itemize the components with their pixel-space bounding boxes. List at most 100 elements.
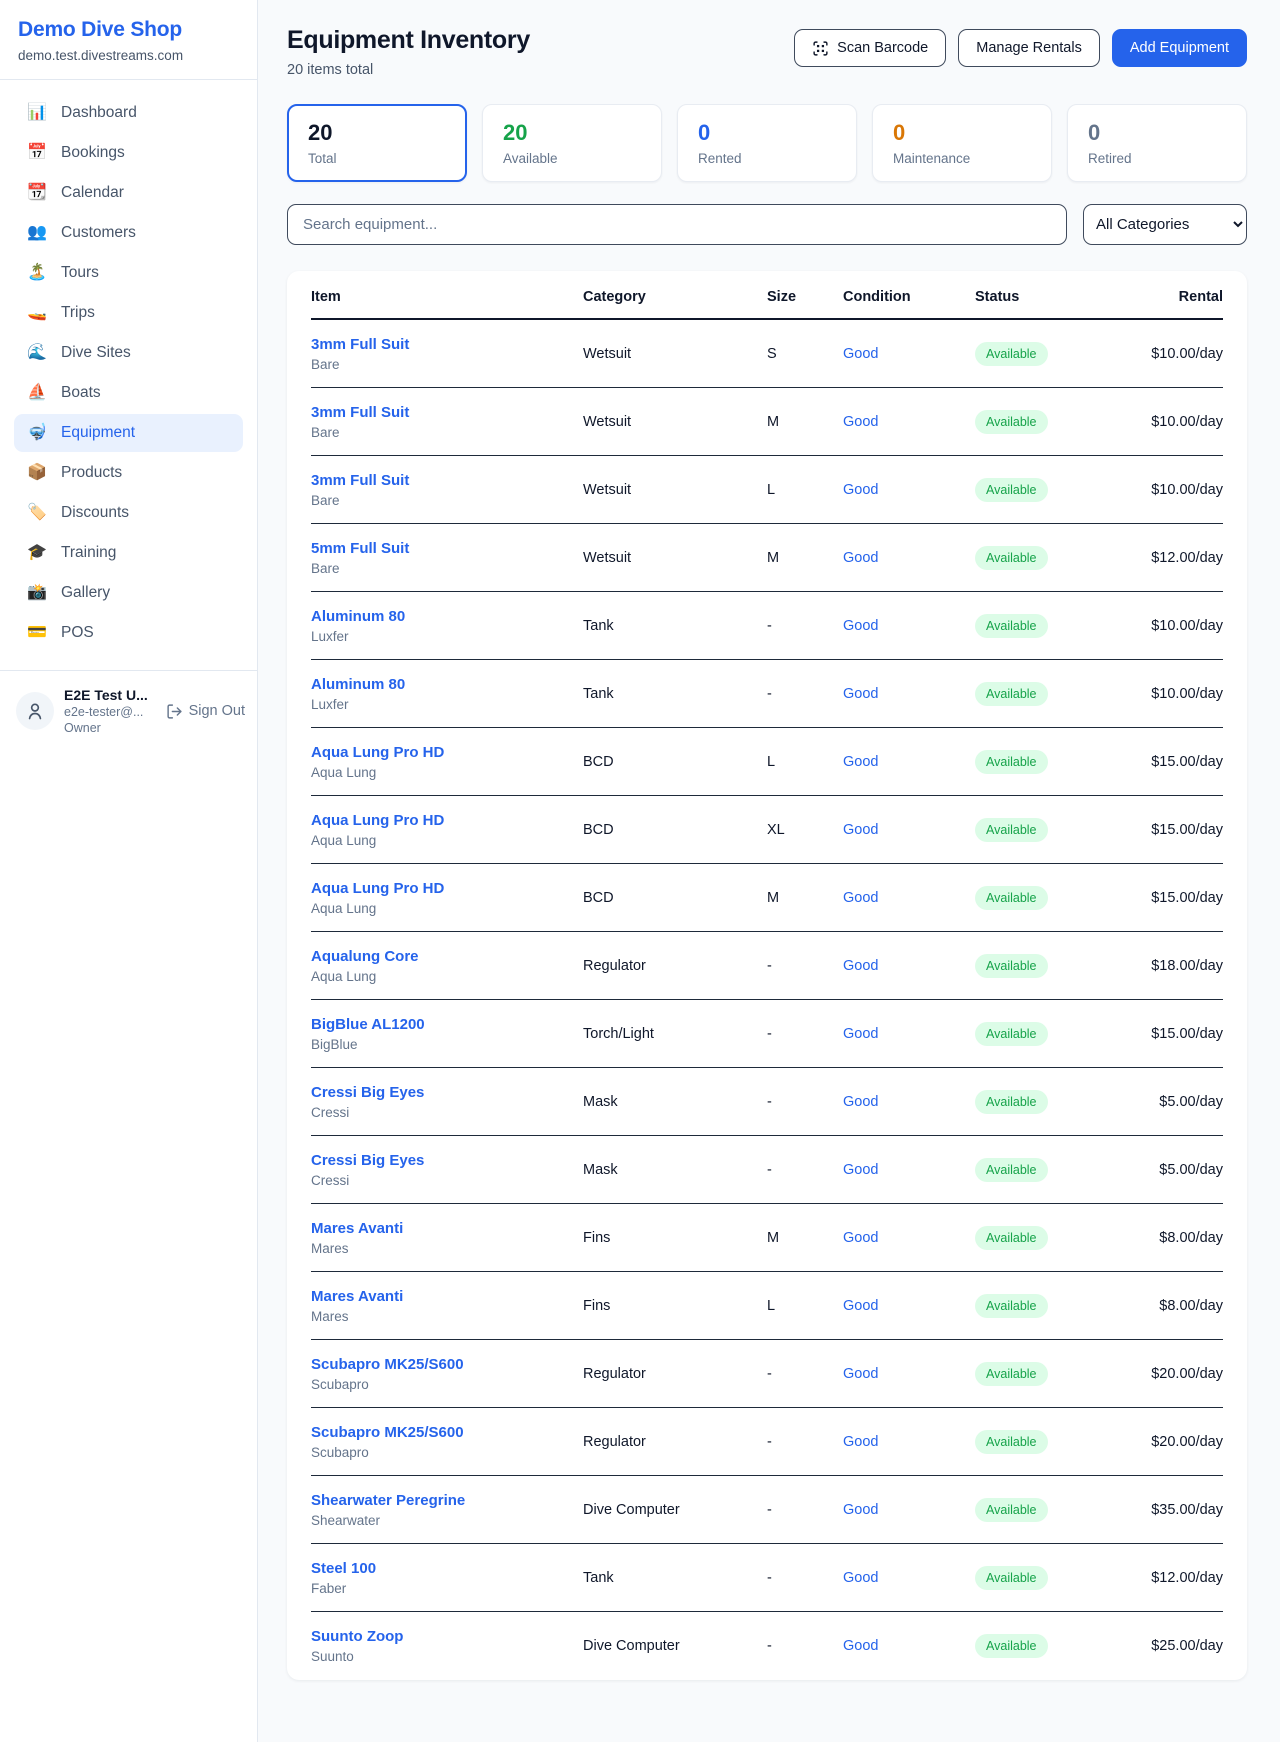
add-equipment-button[interactable]: Add Equipment <box>1112 29 1247 67</box>
sidebar-item-training[interactable]: 🎓Training <box>14 534 243 572</box>
item-name-link[interactable]: Cressi Big Eyes <box>311 1152 583 1169</box>
stat-card-maintenance[interactable]: 0Maintenance <box>872 104 1052 182</box>
item-name-link[interactable]: Cressi Big Eyes <box>311 1084 583 1101</box>
status-badge: Available <box>975 954 1048 978</box>
barcode-scan-icon <box>812 40 829 57</box>
item-name-link[interactable]: 3mm Full Suit <box>311 472 583 489</box>
condition-link[interactable]: Good <box>843 1366 878 1382</box>
condition-link[interactable]: Good <box>843 1230 878 1246</box>
size-cell: - <box>767 686 843 702</box>
brand-title[interactable]: Demo Dive Shop <box>18 18 239 42</box>
sidebar-item-calendar[interactable]: 📆Calendar <box>14 174 243 212</box>
sidebar-item-label: Bookings <box>61 144 125 162</box>
sidebar-item-dashboard[interactable]: 📊Dashboard <box>14 94 243 132</box>
condition-link[interactable]: Good <box>843 754 878 770</box>
table-row: Aqualung CoreAqua LungRegulator-GoodAvai… <box>311 932 1223 1000</box>
item-name-link[interactable]: Aqualung Core <box>311 948 583 965</box>
sidebar-item-dive-sites[interactable]: 🌊Dive Sites <box>14 334 243 372</box>
stat-card-retired[interactable]: 0Retired <box>1067 104 1247 182</box>
column-header-condition: Condition <box>843 289 975 305</box>
size-cell: L <box>767 482 843 498</box>
status-cell: Available <box>975 1430 1105 1454</box>
column-header-category: Category <box>583 289 767 305</box>
condition-link[interactable]: Good <box>843 482 878 498</box>
manage-rentals-button[interactable]: Manage Rentals <box>958 29 1100 67</box>
item-name-link[interactable]: Suunto Zoop <box>311 1628 583 1645</box>
sidebar-item-bookings[interactable]: 📅Bookings <box>14 134 243 172</box>
condition-link[interactable]: Good <box>843 958 878 974</box>
wave-icon: 🌊 <box>26 345 48 361</box>
condition-link[interactable]: Good <box>843 1638 878 1654</box>
table-row: Mares AvantiMaresFinsLGoodAvailable$8.00… <box>311 1272 1223 1340</box>
island-icon: 🏝️ <box>26 265 48 281</box>
sidebar-item-gallery[interactable]: 📸Gallery <box>14 574 243 612</box>
item-name-link[interactable]: Aqua Lung Pro HD <box>311 812 583 829</box>
condition-link[interactable]: Good <box>843 414 878 430</box>
category-select[interactable]: All Categories <box>1083 204 1247 245</box>
item-name-link[interactable]: BigBlue AL1200 <box>311 1016 583 1033</box>
condition-link[interactable]: Good <box>843 1434 878 1450</box>
sidebar-item-boats[interactable]: ⛵Boats <box>14 374 243 412</box>
item-brand: BigBlue <box>311 1037 583 1052</box>
condition-link[interactable]: Good <box>843 1026 878 1042</box>
condition-cell: Good <box>843 1298 975 1314</box>
rental-cell: $10.00/day <box>1105 686 1223 702</box>
item-name-link[interactable]: Scubapro MK25/S600 <box>311 1356 583 1373</box>
sidebar-item-tours[interactable]: 🏝️Tours <box>14 254 243 292</box>
item-name-link[interactable]: 3mm Full Suit <box>311 404 583 421</box>
sidebar-item-discounts[interactable]: 🏷️Discounts <box>14 494 243 532</box>
status-badge: Available <box>975 818 1048 842</box>
table-row: Mares AvantiMaresFinsMGoodAvailable$8.00… <box>311 1204 1223 1272</box>
item-name-link[interactable]: Shearwater Peregrine <box>311 1492 583 1509</box>
sign-out-button[interactable]: Sign Out <box>166 703 245 720</box>
item-brand: Scubapro <box>311 1445 583 1460</box>
sidebar-item-products[interactable]: 📦Products <box>14 454 243 492</box>
person-icon <box>25 701 45 721</box>
size-cell: - <box>767 1026 843 1042</box>
item-name-link[interactable]: Steel 100 <box>311 1560 583 1577</box>
sidebar-item-label: Calendar <box>61 184 124 202</box>
scan-barcode-button[interactable]: Scan Barcode <box>794 29 946 67</box>
item-cell: Mares AvantiMares <box>311 1220 583 1256</box>
item-name-link[interactable]: 5mm Full Suit <box>311 540 583 557</box>
sidebar-item-pos[interactable]: 💳POS <box>14 614 243 652</box>
item-name-link[interactable]: Aluminum 80 <box>311 608 583 625</box>
condition-link[interactable]: Good <box>843 1502 878 1518</box>
condition-cell: Good <box>843 1366 975 1382</box>
condition-cell: Good <box>843 1094 975 1110</box>
search-input[interactable] <box>287 204 1067 245</box>
item-brand: Aqua Lung <box>311 765 583 780</box>
item-name-link[interactable]: Scubapro MK25/S600 <box>311 1424 583 1441</box>
status-cell: Available <box>975 1226 1105 1250</box>
size-cell: XL <box>767 822 843 838</box>
user-info: E2E Test U... e2e-tester@... Owner <box>64 687 156 735</box>
condition-link[interactable]: Good <box>843 1570 878 1586</box>
item-cell: Aluminum 80Luxfer <box>311 608 583 644</box>
item-cell: Aqua Lung Pro HDAqua Lung <box>311 812 583 848</box>
condition-link[interactable]: Good <box>843 346 878 362</box>
item-name-link[interactable]: Aluminum 80 <box>311 676 583 693</box>
table-row: 5mm Full SuitBareWetsuitMGoodAvailable$1… <box>311 524 1223 592</box>
item-name-link[interactable]: Aqua Lung Pro HD <box>311 744 583 761</box>
condition-link[interactable]: Good <box>843 1094 878 1110</box>
stat-card-rented[interactable]: 0Rented <box>677 104 857 182</box>
sidebar-item-trips[interactable]: 🚤Trips <box>14 294 243 332</box>
condition-link[interactable]: Good <box>843 686 878 702</box>
item-name-link[interactable]: 3mm Full Suit <box>311 336 583 353</box>
condition-link[interactable]: Good <box>843 550 878 566</box>
item-brand: Shearwater <box>311 1513 583 1528</box>
sidebar-item-customers[interactable]: 👥Customers <box>14 214 243 252</box>
item-name-link[interactable]: Aqua Lung Pro HD <box>311 880 583 897</box>
condition-link[interactable]: Good <box>843 618 878 634</box>
item-name-link[interactable]: Mares Avanti <box>311 1288 583 1305</box>
condition-link[interactable]: Good <box>843 1162 878 1178</box>
condition-link[interactable]: Good <box>843 1298 878 1314</box>
stat-card-available[interactable]: 20Available <box>482 104 662 182</box>
sidebar-item-label: POS <box>61 624 94 642</box>
condition-link[interactable]: Good <box>843 890 878 906</box>
sidebar-item-equipment[interactable]: 🤿Equipment <box>14 414 243 452</box>
status-cell: Available <box>975 478 1105 502</box>
condition-link[interactable]: Good <box>843 822 878 838</box>
item-name-link[interactable]: Mares Avanti <box>311 1220 583 1237</box>
stat-card-total[interactable]: 20Total <box>287 104 467 182</box>
